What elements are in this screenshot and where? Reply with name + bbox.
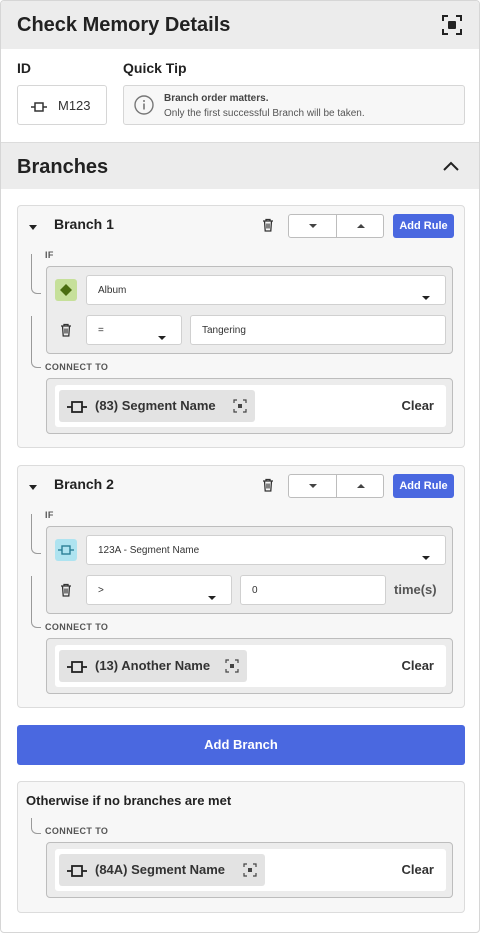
condition-value-text: Tangering	[202, 325, 246, 336]
segment-node-icon	[67, 660, 87, 678]
connect-box: (13) Another Name Clear	[46, 638, 453, 694]
trash-icon[interactable]	[262, 478, 274, 497]
move-down-button[interactable]	[289, 475, 337, 497]
info-icon	[134, 95, 154, 120]
segment-chip-label: (83) Segment Name	[95, 398, 216, 413]
connect-box: (83) Segment Name Clear	[46, 378, 453, 434]
segment-node-icon	[67, 400, 87, 418]
connect-to-label: CONNECT TO	[45, 622, 109, 632]
quick-tip-label: Quick Tip	[123, 60, 187, 76]
focus-target-icon[interactable]	[225, 659, 239, 678]
connector-line	[31, 254, 41, 294]
otherwise-title: Otherwise if no branches are met	[26, 793, 232, 808]
chevron-up-icon[interactable]	[442, 159, 460, 177]
if-label: IF	[45, 250, 54, 260]
move-down-button[interactable]	[289, 215, 337, 237]
branch-name: Branch 1	[54, 216, 114, 232]
clear-button[interactable]: Clear	[401, 862, 434, 877]
branches-title: Branches	[17, 156, 109, 178]
reorder-control	[288, 474, 384, 498]
condition-subject-value: 123A - Segment Name	[98, 545, 200, 556]
otherwise-card: Otherwise if no branches are met CONNECT…	[17, 781, 465, 913]
segment-node-icon	[67, 864, 87, 882]
id-display: M123	[17, 85, 107, 125]
tip-line-2: Only the first successful Branch will be…	[164, 108, 365, 119]
chevron-down-icon	[421, 288, 431, 306]
segment-chip[interactable]: (83) Segment Name	[59, 390, 255, 422]
connector-line	[31, 316, 41, 368]
focus-target-icon[interactable]	[243, 863, 257, 882]
value-suffix: time(s)	[394, 582, 437, 597]
segment-chip[interactable]: (13) Another Name	[59, 650, 247, 682]
connect-to-label: CONNECT TO	[45, 362, 109, 372]
tip-line-1: Branch order matters.	[164, 93, 269, 104]
clear-button[interactable]: Clear	[401, 398, 434, 413]
chevron-down-icon	[207, 588, 217, 606]
condition-subject-value: Album	[98, 285, 127, 296]
move-up-button[interactable]	[337, 215, 385, 237]
branch-card: Branch 2 Add Rule IF 123A - Segment Name	[17, 465, 465, 708]
connector-line	[31, 514, 41, 554]
connector-line	[31, 576, 41, 628]
operator-value: >	[98, 585, 104, 596]
connect-target: (84A) Segment Name Clear	[55, 849, 446, 891]
segment-node-icon	[31, 100, 47, 118]
add-rule-button[interactable]: Add Rule	[393, 214, 454, 238]
branch-card: Branch 1 Add Rule IF Album = Tangering C…	[17, 205, 465, 448]
operator-select[interactable]: =	[86, 315, 182, 345]
connector-line	[31, 818, 41, 834]
chevron-down-icon	[157, 328, 167, 346]
trash-icon[interactable]	[262, 218, 274, 237]
segment-chip-label: (84A) Segment Name	[95, 862, 226, 877]
quick-tip-box: Branch order matters. Only the first suc…	[123, 85, 465, 125]
diamond-icon	[55, 279, 77, 301]
add-branch-button[interactable]: Add Branch	[17, 725, 465, 765]
panel-header: Check Memory Details	[1, 1, 479, 49]
if-label: IF	[45, 510, 54, 520]
condition-box: 123A - Segment Name > 0 time(s)	[46, 526, 453, 614]
focus-target-icon[interactable]	[442, 15, 462, 35]
branch-name: Branch 2	[54, 476, 114, 492]
connect-target: (83) Segment Name Clear	[55, 385, 446, 427]
operator-select[interactable]: >	[86, 575, 232, 605]
trash-icon[interactable]	[60, 323, 72, 342]
focus-target-icon[interactable]	[233, 399, 247, 418]
chevron-down-icon	[421, 548, 431, 566]
memory-details-panel: Check Memory Details ID Quick Tip M123 B…	[0, 0, 480, 933]
condition-value-text: 0	[252, 585, 258, 596]
condition-value-input[interactable]: 0	[240, 575, 386, 605]
condition-value-input[interactable]: Tangering	[190, 315, 446, 345]
condition-subject-select[interactable]: Album	[86, 275, 446, 305]
connect-target: (13) Another Name Clear	[55, 645, 446, 687]
condition-box: Album = Tangering	[46, 266, 453, 354]
id-label: ID	[17, 60, 31, 76]
connect-to-label: CONNECT TO	[45, 826, 109, 836]
condition-subject-select[interactable]: 123A - Segment Name	[86, 535, 446, 565]
id-value: M123	[58, 98, 91, 113]
trash-icon[interactable]	[60, 583, 72, 602]
caret-down-icon[interactable]	[28, 219, 38, 230]
segment-chip[interactable]: (84A) Segment Name	[59, 854, 265, 886]
move-up-button[interactable]	[337, 475, 385, 497]
segment-chip-label: (13) Another Name	[95, 658, 211, 673]
reorder-control	[288, 214, 384, 238]
add-rule-button[interactable]: Add Rule	[393, 474, 454, 498]
segment-node-icon	[55, 539, 77, 561]
operator-value: =	[98, 325, 104, 336]
connect-box: (84A) Segment Name Clear	[46, 842, 453, 898]
caret-down-icon[interactable]	[28, 479, 38, 490]
branches-header: Branches	[1, 142, 479, 189]
panel-title: Check Memory Details	[17, 14, 231, 36]
clear-button[interactable]: Clear	[401, 658, 434, 673]
